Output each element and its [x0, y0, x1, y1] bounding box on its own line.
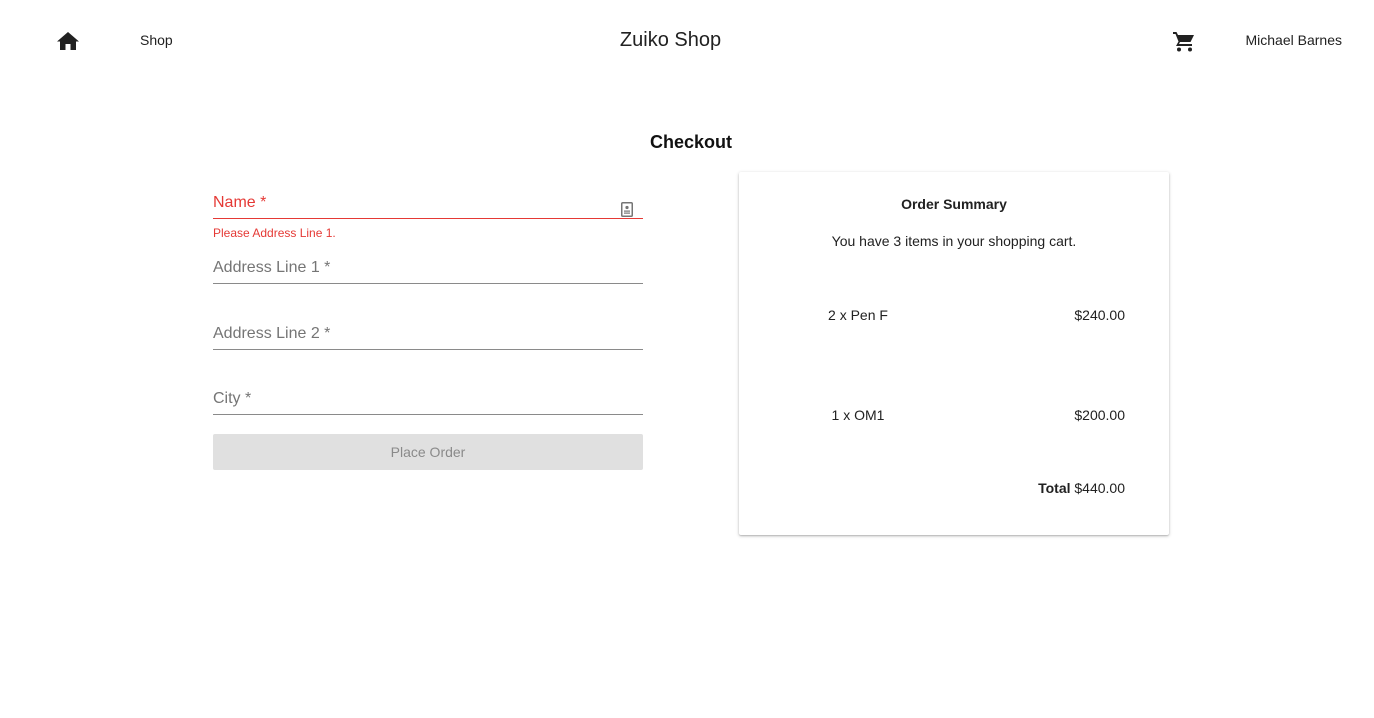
name-field-error: Please Address Line 1.: [213, 226, 336, 240]
order-summary-card: Order Summary You have 3 items in your s…: [739, 172, 1169, 535]
shopping-cart-icon[interactable]: [1172, 30, 1196, 52]
line-item-price: $240.00: [1074, 307, 1125, 323]
line-item-price: $200.00: [1074, 407, 1125, 423]
name-field-label: Name *: [213, 194, 267, 211]
order-total: Total $440.00: [1038, 480, 1125, 496]
address-line-1-label: Address Line 1 *: [213, 259, 331, 276]
line-item-name: 1 x OM1: [831, 407, 885, 423]
order-total-value: $440.00: [1074, 480, 1125, 496]
address-line-2-field[interactable]: Address Line 2 *: [213, 325, 643, 350]
line-item-name: 2 x Pen F: [828, 307, 888, 323]
contact-card-icon: [621, 202, 633, 217]
top-navbar: Shop Zuiko Shop Michael Barnes: [0, 0, 1374, 80]
address-line-1-field[interactable]: Address Line 1 *: [213, 259, 643, 284]
order-total-label: Total: [1038, 480, 1071, 496]
address-line-2-underline: [213, 349, 643, 350]
address-line-2-label: Address Line 2 *: [213, 325, 331, 342]
address-line-1-underline: [213, 283, 643, 284]
page-title: Checkout: [649, 132, 732, 152]
name-field-underline: [213, 218, 643, 219]
city-underline: [213, 414, 643, 415]
app-title: Zuiko Shop: [619, 29, 722, 51]
cart-item-count-text: You have 3 items in your shopping cart.: [831, 233, 1077, 249]
name-field[interactable]: Name * Please Address Line 1.: [213, 194, 643, 240]
user-name-link[interactable]: Michael Barnes: [1246, 32, 1343, 48]
order-summary-title: Order Summary: [901, 196, 1007, 212]
place-order-button[interactable]: Place Order: [213, 434, 643, 470]
city-field[interactable]: City *: [213, 390, 643, 415]
city-label: City *: [213, 390, 252, 407]
